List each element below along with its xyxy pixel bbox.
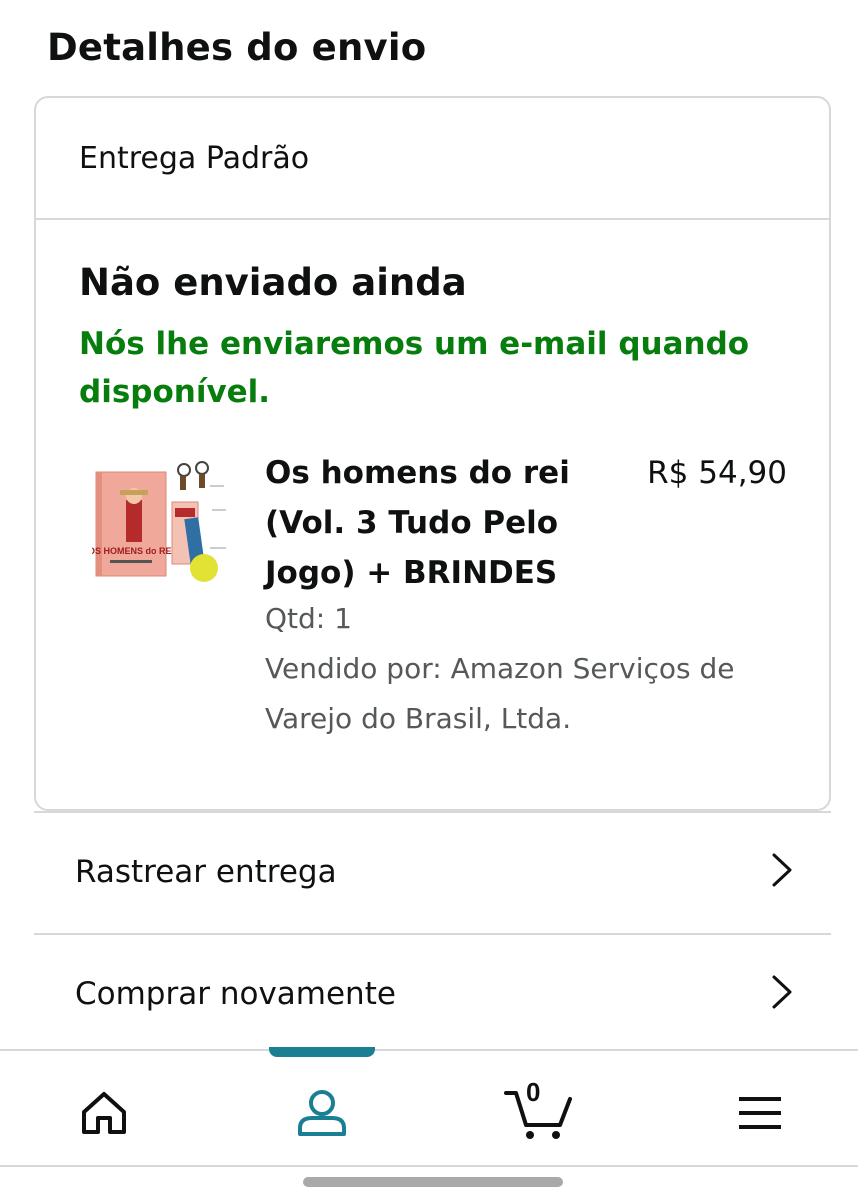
home-icon	[82, 1092, 126, 1134]
product-quantity: Qtd: 1	[265, 602, 352, 635]
shipment-card: Entrega Padrão Não enviado ainda Nós lhe…	[34, 96, 831, 811]
shipping-method-row: Entrega Padrão	[36, 98, 829, 220]
divider	[0, 1165, 858, 1167]
product-price: R$ 54,90	[647, 455, 787, 491]
chevron-right-icon	[771, 852, 793, 892]
cover-title: OS HOMENS do REI	[92, 546, 174, 556]
track-delivery-label: Rastrear entrega	[75, 854, 337, 890]
product-image[interactable]: OS HOMENS do REI	[88, 456, 230, 588]
book-cover-art: OS HOMENS do REI	[88, 461, 226, 582]
track-delivery-row[interactable]: Rastrear entrega	[34, 811, 831, 933]
product-title[interactable]: Os homens do rei (Vol. 3 Tudo Pelo Jogo)…	[265, 448, 595, 598]
cart-count-badge: 0	[526, 1077, 541, 1107]
page-title: Detalhes do envio	[47, 26, 427, 69]
chevron-right-icon	[771, 974, 793, 1014]
nav-home[interactable]	[69, 1083, 139, 1143]
shipment-status-note: Nós lhe enviaremos um e-mail quando disp…	[79, 326, 750, 410]
nav-menu[interactable]	[725, 1083, 795, 1143]
buy-again-row[interactable]: Comprar novamente	[34, 933, 831, 1055]
buy-again-label: Comprar novamente	[75, 976, 396, 1012]
menu-icon	[739, 1097, 781, 1129]
bottom-navigation	[0, 1047, 858, 1167]
shipment-status: Não enviado ainda	[79, 261, 467, 304]
shipping-method: Entrega Padrão	[79, 140, 310, 176]
nav-account[interactable]	[287, 1083, 357, 1143]
product-seller: Vendido por: Amazon Serviços de Varejo d…	[265, 652, 735, 735]
account-icon	[298, 1090, 346, 1136]
active-tab-indicator	[269, 1047, 375, 1057]
gesture-home-bar[interactable]	[303, 1177, 563, 1187]
